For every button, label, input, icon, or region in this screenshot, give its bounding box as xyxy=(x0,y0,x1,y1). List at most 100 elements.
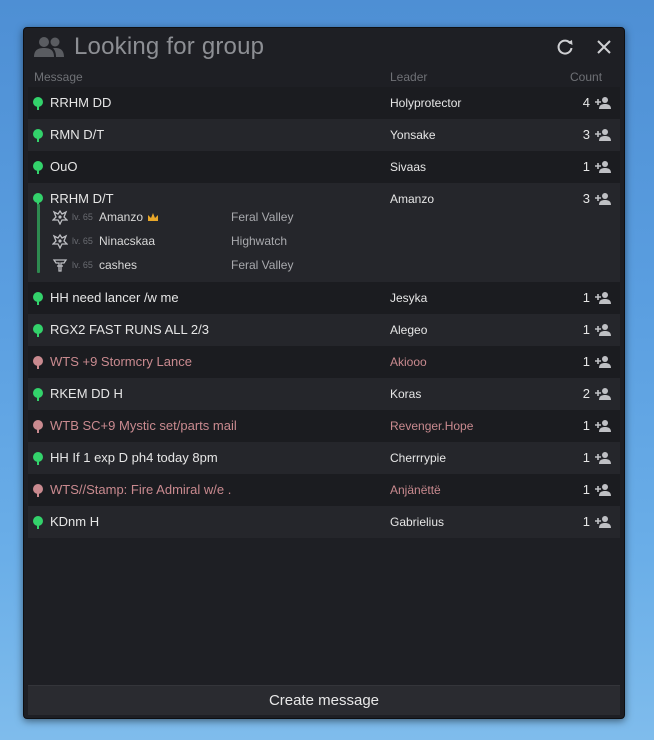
title-bar: Looking for group xyxy=(24,28,624,68)
add-user-icon[interactable] xyxy=(595,323,611,337)
lfg-message: RGX2 FAST RUNS ALL 2/3 xyxy=(50,322,209,337)
lfg-message: OuO xyxy=(50,159,78,174)
lfg-window: Looking for group Message Leader Count R… xyxy=(23,27,625,719)
status-indicator xyxy=(33,356,43,369)
refresh-icon[interactable] xyxy=(555,37,575,57)
lfg-leader: Alegeo xyxy=(390,323,428,337)
add-user-icon[interactable] xyxy=(595,192,611,206)
lfg-count: 1 xyxy=(582,418,590,433)
crown-icon xyxy=(148,213,159,221)
member-level: lv. 65 xyxy=(72,236,93,246)
add-user-icon[interactable] xyxy=(595,419,611,433)
lfg-count: 1 xyxy=(582,290,590,305)
status-indicator xyxy=(33,193,43,206)
member-server: Highwatch xyxy=(231,234,288,248)
status-indicator xyxy=(33,484,43,497)
member-name-text: Amanzo xyxy=(99,210,144,224)
lfg-row[interactable]: RMN D/T Yonsake 3 xyxy=(28,119,620,151)
create-message-button[interactable]: Create message xyxy=(28,685,620,715)
add-user-icon[interactable] xyxy=(595,515,611,529)
lfg-message: HH need lancer /w me xyxy=(50,290,179,305)
lfg-count: 2 xyxy=(582,386,590,401)
member-server: Feral Valley xyxy=(231,258,294,272)
add-user-icon[interactable] xyxy=(595,355,611,369)
window-title: Looking for group xyxy=(74,33,265,60)
lfg-leader: Revenger.Hope xyxy=(390,419,474,433)
add-user-icon[interactable] xyxy=(595,451,611,465)
lfg-leader: Holyprotector xyxy=(390,96,462,110)
lfg-leader: Anjänëttë xyxy=(390,483,441,497)
column-header-count[interactable]: Count xyxy=(570,70,602,84)
lfg-row[interactable]: KDnm H Gabrielius 1 xyxy=(28,506,620,538)
column-header-message[interactable]: Message xyxy=(34,70,83,84)
lfg-count: 1 xyxy=(582,450,590,465)
add-user-icon[interactable] xyxy=(595,483,611,497)
lfg-count: 4 xyxy=(582,95,590,110)
lfg-message: RRHM DD xyxy=(50,95,112,110)
close-icon[interactable] xyxy=(594,37,614,57)
lfg-leader: Jesyka xyxy=(390,291,428,305)
member-name: Ninacskaa xyxy=(99,234,156,248)
column-header-leader[interactable]: Leader xyxy=(390,70,427,84)
lfg-message: WTS//Stamp: Fire Admiral w/e . xyxy=(50,482,232,497)
lfg-message: KDnm H xyxy=(50,514,100,529)
add-user-icon[interactable] xyxy=(595,128,611,142)
lfg-leader: Yonsake xyxy=(390,128,436,142)
add-user-icon[interactable] xyxy=(595,387,611,401)
mystic-class-icon xyxy=(52,209,68,225)
party-member[interactable]: lv. 65 Amanzo Feral Valley xyxy=(28,207,428,229)
lfg-leader: Gabrielius xyxy=(390,515,445,529)
member-name: cashes xyxy=(99,258,138,272)
lfg-leader: Cherrrypie xyxy=(390,451,447,465)
lfg-row[interactable]: WTS//Stamp: Fire Admiral w/e . Anjänëttë… xyxy=(28,474,620,506)
lfg-row[interactable]: HH If 1 exp D ph4 today 8pm Cherrrypie 1 xyxy=(28,442,620,474)
lfg-leader: Koras xyxy=(390,387,422,401)
group-icon xyxy=(34,37,64,57)
lfg-count: 1 xyxy=(582,482,590,497)
lfg-row[interactable]: OuO Sivaas 1 xyxy=(28,151,620,183)
lfg-message: WTS +9 Stormcry Lance xyxy=(50,354,192,369)
lfg-row[interactable]: WTB SC+9 Mystic set/parts mail Revenger.… xyxy=(28,410,620,442)
lfg-message: HH If 1 exp D ph4 today 8pm xyxy=(50,450,218,465)
lfg-message: WTB SC+9 Mystic set/parts mail xyxy=(50,418,237,433)
lfg-leader: Sivaas xyxy=(390,160,427,174)
lfg-row[interactable]: HH need lancer /w me Jesyka 1 xyxy=(28,282,620,314)
lfg-count: 1 xyxy=(582,514,590,529)
lfg-row[interactable]: RGX2 FAST RUNS ALL 2/3 Alegeo 1 xyxy=(28,314,620,346)
party-member[interactable]: lv. 65 cashes Feral Valley xyxy=(28,255,428,277)
lfg-message: RMN D/T xyxy=(50,127,105,142)
lfg-count: 1 xyxy=(582,354,590,369)
status-indicator xyxy=(33,129,43,142)
lfg-row[interactable]: WTS +9 Stormcry Lance Akiooo 1 xyxy=(28,346,620,378)
lfg-leader: Amanzo xyxy=(390,192,435,206)
member-level: lv. 65 xyxy=(72,260,93,270)
lfg-count: 3 xyxy=(582,191,590,206)
add-user-icon[interactable] xyxy=(595,96,611,110)
add-user-icon[interactable] xyxy=(595,160,611,174)
lfg-leader: Akiooo xyxy=(390,355,427,369)
member-name: Amanzo xyxy=(99,210,159,224)
status-indicator xyxy=(33,324,43,337)
lfg-count: 1 xyxy=(582,322,590,337)
member-level: lv. 65 xyxy=(72,212,93,222)
add-user-icon[interactable] xyxy=(595,291,611,305)
status-indicator xyxy=(33,452,43,465)
brawler-class-icon xyxy=(52,259,68,272)
lfg-row[interactable]: RRHM DD Holyprotector 4 xyxy=(28,87,620,119)
lfg-row[interactable]: RKEM DD H Koras 2 xyxy=(28,378,620,410)
member-server: Feral Valley xyxy=(231,210,294,224)
status-indicator xyxy=(33,161,43,174)
lfg-count: 3 xyxy=(582,127,590,142)
status-indicator xyxy=(33,420,43,433)
lfg-message: RRHM D/T xyxy=(50,191,114,206)
party-member[interactable]: lv. 65 Ninacskaa Highwatch xyxy=(28,231,428,253)
status-indicator xyxy=(33,388,43,401)
mystic-class-icon xyxy=(52,233,68,249)
status-indicator xyxy=(33,292,43,305)
lfg-list: RRHM DD Holyprotector 4 RMN D/T Yonsake … xyxy=(28,87,620,538)
lfg-message: RKEM DD H xyxy=(50,386,123,401)
lfg-count: 1 xyxy=(582,159,590,174)
lfg-row-expanded[interactable]: RRHM D/T Amanzo 3 lv. 65 Amanzo Feral Va… xyxy=(28,183,620,282)
status-indicator xyxy=(33,516,43,529)
status-indicator xyxy=(33,97,43,110)
